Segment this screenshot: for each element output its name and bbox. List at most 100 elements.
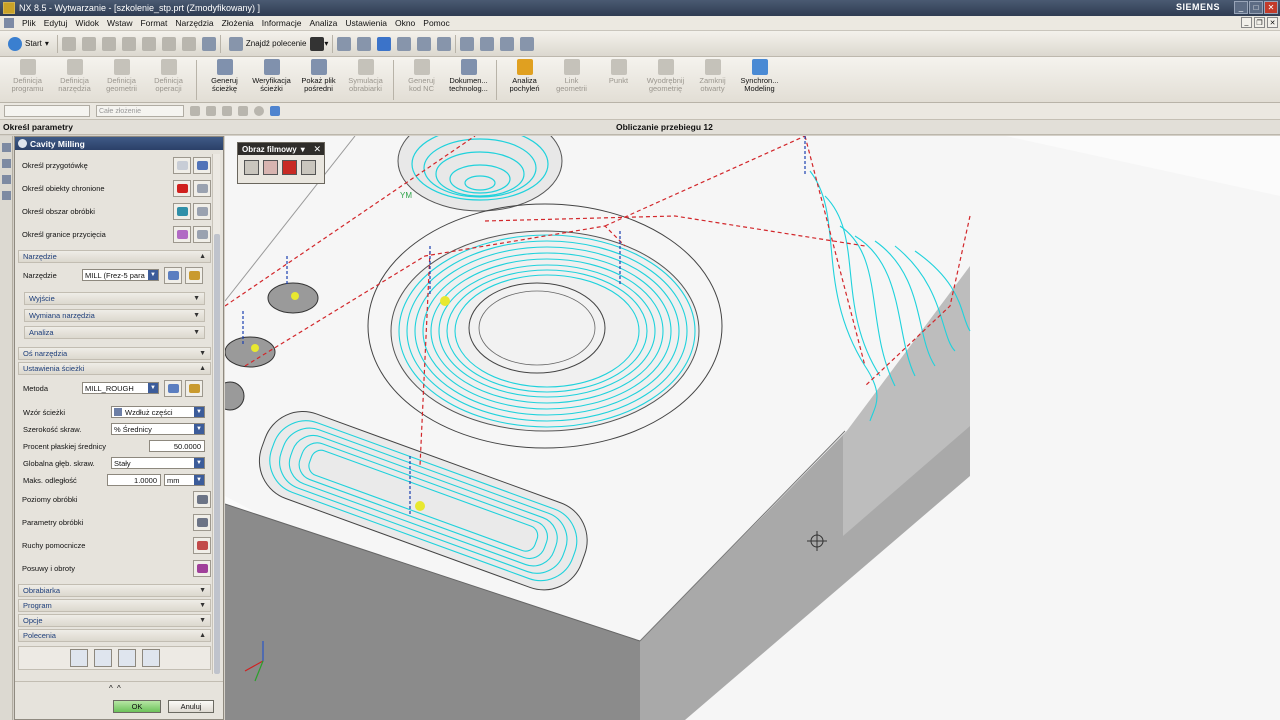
- draft-analysis-button[interactable]: Analiza pochyleń: [501, 57, 548, 103]
- show-hide-icon[interactable]: [480, 36, 495, 51]
- paste-icon[interactable]: [161, 36, 176, 51]
- layer-icon[interactable]: [520, 36, 535, 51]
- csys-icon[interactable]: [437, 36, 452, 51]
- delete-icon[interactable]: [181, 36, 196, 51]
- verify-toolpath-button[interactable]: Weryfikacja ścieżki: [248, 57, 295, 103]
- menu-widok[interactable]: Widok: [71, 18, 103, 28]
- show-cl-file-button[interactable]: Pokaż plik pośredni: [295, 57, 342, 103]
- check-select-button[interactable]: [173, 179, 191, 197]
- blank-select-button[interactable]: [173, 156, 191, 174]
- point-button[interactable]: Punkt: [595, 57, 642, 103]
- tool-change-subgroup[interactable]: Wymiana narzędzia ▼: [24, 309, 205, 322]
- depth-per-cut-select[interactable]: Stały ▼: [111, 457, 205, 469]
- stop-button[interactable]: [282, 160, 297, 175]
- assembly-scope-combo[interactable]: Całe złożenie: [96, 105, 184, 117]
- verify-icon[interactable]: [117, 649, 136, 667]
- doc-close-icon[interactable]: ✕: [1267, 17, 1278, 28]
- feeds-speeds-button[interactable]: [193, 559, 211, 577]
- extract-geometry-button[interactable]: Wyodrębnij geometrię: [642, 57, 689, 103]
- create-geometry-button[interactable]: Definicja geometrii: [98, 57, 145, 103]
- assembly-tab-icon[interactable]: [2, 159, 11, 168]
- menu-zlozenia[interactable]: Złożenia: [218, 18, 258, 28]
- blank-edit-button[interactable]: [193, 156, 211, 174]
- path-settings-group[interactable]: Ustawienia ścieżki ▲: [18, 362, 211, 375]
- stepover-select[interactable]: % Średnicy ▼: [111, 423, 205, 435]
- measure-icon[interactable]: [500, 36, 515, 51]
- cut-icon[interactable]: [121, 36, 136, 51]
- options-group[interactable]: Opcje ▼: [18, 614, 211, 627]
- chevron-down-icon[interactable]: ▾: [301, 145, 305, 154]
- step-button[interactable]: [244, 160, 259, 175]
- replay-icon[interactable]: [93, 649, 112, 667]
- dialog-scrollbar[interactable]: [212, 154, 220, 674]
- new-tool-button[interactable]: [164, 267, 182, 284]
- minimize-icon[interactable]: _: [1234, 1, 1248, 14]
- new-method-button[interactable]: [164, 380, 182, 397]
- max-distance-unit-select[interactable]: mm ▼: [164, 474, 205, 486]
- output-subgroup[interactable]: Wyjście ▼: [24, 292, 205, 305]
- history-tab-icon[interactable]: [2, 175, 11, 184]
- nx-app-icon[interactable]: [3, 2, 15, 14]
- trim-select-button[interactable]: [173, 225, 191, 243]
- menu-edytuj[interactable]: Edytuj: [40, 18, 72, 28]
- pause-button[interactable]: [263, 160, 278, 175]
- machine-simulation-button[interactable]: Symulacja obrabiarki: [342, 57, 389, 103]
- cut-area-edit-button[interactable]: [193, 202, 211, 220]
- menu-pomoc[interactable]: Pomoc: [419, 18, 453, 28]
- menu-format[interactable]: Format: [136, 18, 171, 28]
- selection-filter-icon[interactable]: [310, 36, 325, 51]
- menu-informacje[interactable]: Informacje: [258, 18, 306, 28]
- analysis-subgroup[interactable]: Analiza ▼: [24, 326, 205, 339]
- actions-group[interactable]: Polecenia ▲: [18, 629, 211, 642]
- trim-edit-button[interactable]: [193, 225, 211, 243]
- rotate-view-icon[interactable]: [357, 36, 372, 51]
- doc-restore-icon[interactable]: ❐: [1254, 17, 1265, 28]
- close-icon[interactable]: ✕: [313, 144, 321, 155]
- machine-control-group[interactable]: Obrabiarka ▼: [18, 584, 211, 597]
- menu-plik[interactable]: Plik: [18, 18, 40, 28]
- menu-analiza[interactable]: Analiza: [305, 18, 341, 28]
- nx-menu-icon[interactable]: [4, 18, 14, 28]
- snap-mid-icon[interactable]: [206, 106, 216, 116]
- create-tool-button[interactable]: Definicja narzędzia: [51, 57, 98, 103]
- continue-button[interactable]: [301, 160, 316, 175]
- close-open-button[interactable]: Zamknij otwarty: [689, 57, 736, 103]
- cut-area-select-button[interactable]: [173, 202, 191, 220]
- type-filter-combo[interactable]: [4, 105, 90, 117]
- cut-levels-button[interactable]: [193, 490, 211, 508]
- menu-wstaw[interactable]: Wstaw: [103, 18, 137, 28]
- doc-minimize-icon[interactable]: _: [1241, 17, 1252, 28]
- check-edit-button[interactable]: [193, 179, 211, 197]
- create-program-button[interactable]: Definicja programu: [4, 57, 51, 103]
- display-icon[interactable]: [417, 36, 432, 51]
- roles-tab-icon[interactable]: [2, 191, 11, 200]
- find-command-button[interactable]: Znajdź polecenie: [225, 34, 310, 54]
- snap-point-icon[interactable]: [460, 36, 475, 51]
- close-icon[interactable]: ✕: [1264, 1, 1278, 14]
- wave-link-button[interactable]: Link geometrii: [548, 57, 595, 103]
- edit-method-button[interactable]: [185, 380, 203, 397]
- snap-center-icon[interactable]: [222, 106, 232, 116]
- method-select[interactable]: MILL_ROUGH ▼: [82, 382, 159, 394]
- create-operation-button[interactable]: Definicja operacji: [145, 57, 192, 103]
- orient-view-icon[interactable]: [397, 36, 412, 51]
- snap-body-icon[interactable]: [270, 106, 280, 116]
- tool-axis-group[interactable]: Oś narzędzia ▼: [18, 347, 211, 360]
- maximize-icon[interactable]: □: [1249, 1, 1263, 14]
- synchronous-modeling-button[interactable]: Synchron... Modeling: [736, 57, 783, 103]
- shop-docs-button[interactable]: Dokumen... technolog...: [445, 57, 492, 103]
- cut-pattern-select[interactable]: Wzdłuż części ▼: [111, 406, 205, 418]
- new-file-icon[interactable]: [61, 36, 76, 51]
- shaded-view-icon[interactable]: [377, 36, 392, 51]
- max-distance-input[interactable]: 1.0000: [107, 474, 161, 486]
- navigator-tab-icon[interactable]: [2, 143, 11, 152]
- fit-view-icon[interactable]: [337, 36, 352, 51]
- cutting-parameters-button[interactable]: [193, 513, 211, 531]
- program-group[interactable]: Program ▼: [18, 599, 211, 612]
- edit-tool-button[interactable]: [185, 267, 203, 284]
- snap-end-icon[interactable]: [190, 106, 200, 116]
- ok-button[interactable]: OK: [113, 700, 161, 713]
- save-icon[interactable]: [101, 36, 116, 51]
- open-file-icon[interactable]: [81, 36, 96, 51]
- menu-ustawienia[interactable]: Ustawienia: [341, 18, 391, 28]
